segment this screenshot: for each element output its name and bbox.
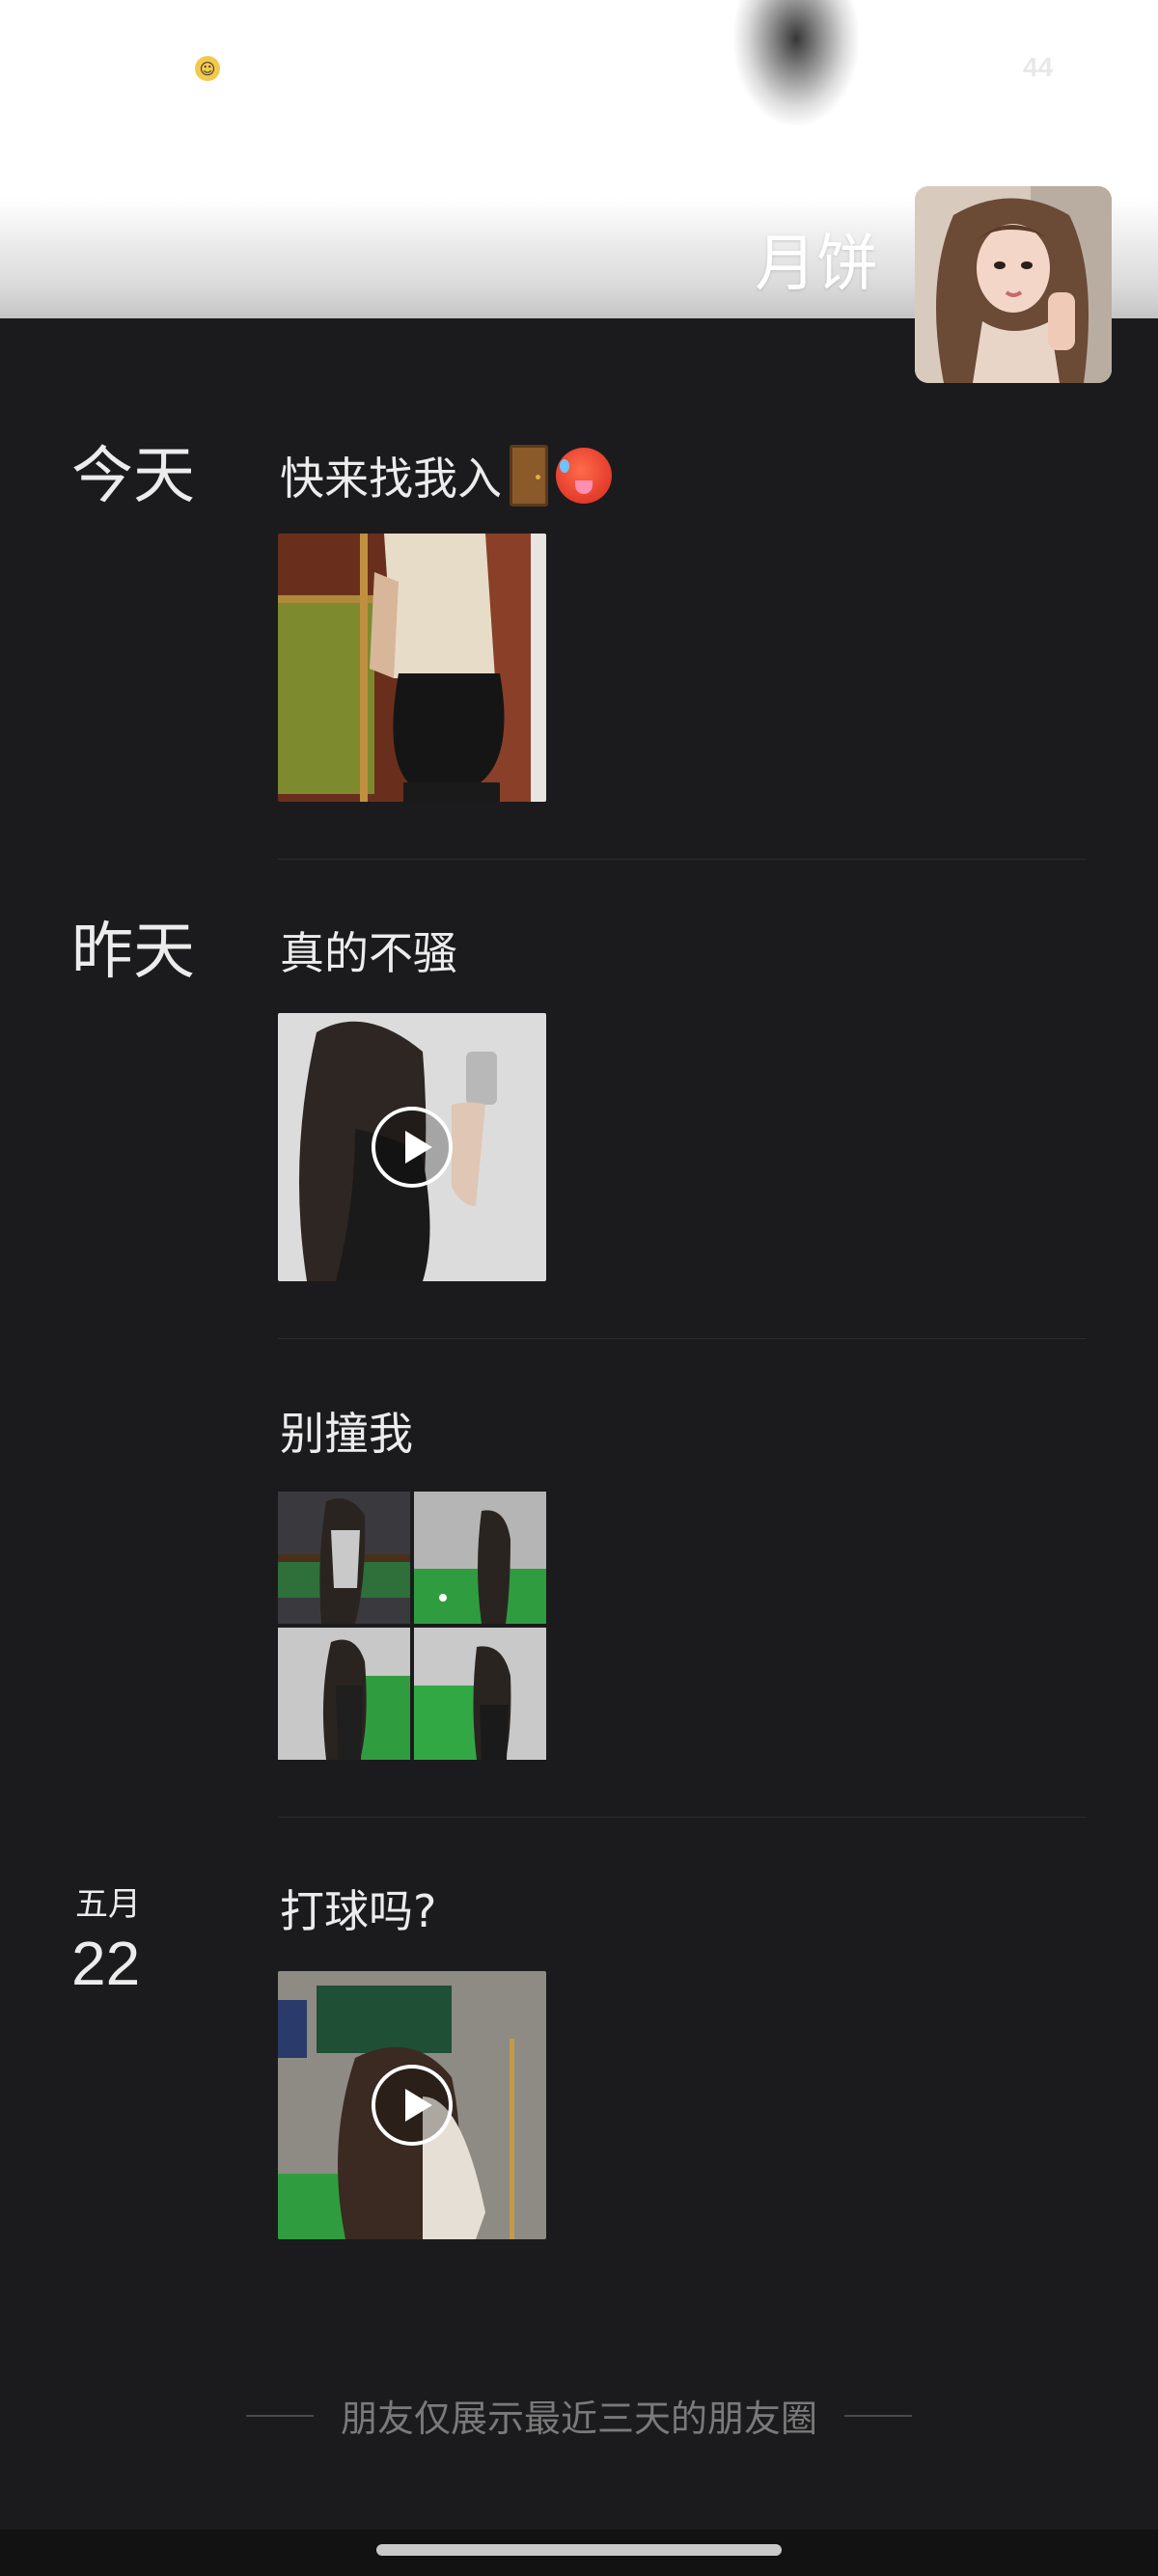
grid-photo-image	[414, 1492, 546, 1624]
cover-counter: 44	[1023, 52, 1054, 82]
post-video[interactable]	[278, 1971, 546, 2239]
cover-ink-art	[733, 0, 859, 125]
date-month: 五月	[75, 1885, 141, 1924]
grid-photo[interactable]	[414, 1492, 546, 1624]
post-divider	[278, 1817, 1087, 1818]
grid-photo[interactable]	[414, 1628, 546, 1760]
grid-photo[interactable]	[278, 1492, 410, 1624]
footer-line-left	[245, 2414, 314, 2417]
post-divider	[278, 859, 1087, 860]
post-text[interactable]: 快来找我入	[280, 444, 612, 507]
post-caption: 快来找我入	[280, 452, 502, 505]
visibility-note-text: 朋友仅展示最近三天的朋友圈	[340, 2398, 817, 2440]
post-text[interactable]: 真的不骚	[280, 918, 457, 982]
avatar[interactable]	[915, 186, 1112, 383]
grid-photo-image	[414, 1628, 546, 1760]
post-divider	[278, 1338, 1087, 1339]
date-yesterday: 昨天	[71, 917, 195, 988]
post-photo[interactable]	[278, 534, 546, 802]
footer-line-right	[844, 2414, 912, 2417]
avatar-photo	[915, 186, 1112, 383]
visibility-note: 朋友仅展示最近三天的朋友圈	[0, 2389, 1158, 2442]
post-caption: 打球吗?	[280, 1885, 437, 1937]
cartoon-badge-icon: ☺	[195, 56, 220, 81]
home-indicator[interactable]	[376, 2544, 782, 2556]
profile-nickname: 月饼	[755, 229, 878, 300]
door-emoji-icon	[510, 445, 548, 507]
post-photo-grid	[278, 1492, 546, 1760]
grid-photo-image	[278, 1628, 410, 1760]
hot-face-emoji-icon	[556, 448, 612, 504]
post-video[interactable]	[278, 1013, 546, 1281]
post-caption: 真的不骚	[280, 927, 457, 979]
date-day-number: 22	[71, 1929, 141, 1998]
post-text[interactable]: 打球吗?	[280, 1877, 436, 1940]
post-text[interactable]: 别撞我	[280, 1399, 413, 1463]
photo-image	[278, 534, 546, 802]
post-caption: 别撞我	[280, 1408, 413, 1460]
grid-photo-image	[278, 1492, 410, 1624]
grid-photo[interactable]	[278, 1628, 410, 1760]
date-today: 今天	[71, 441, 195, 512]
play-icon[interactable]	[372, 1107, 453, 1188]
play-icon[interactable]	[372, 2065, 453, 2146]
